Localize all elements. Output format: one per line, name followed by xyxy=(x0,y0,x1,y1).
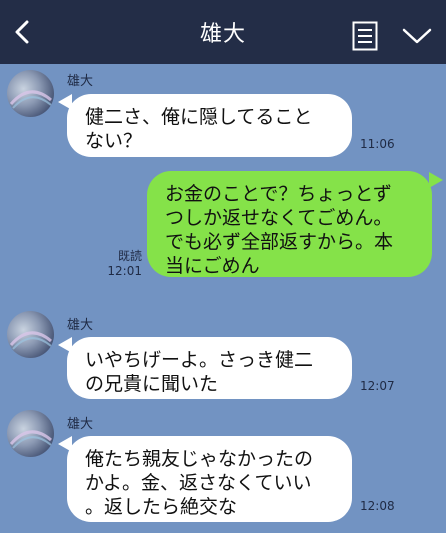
message-bubble-outgoing[interactable]: お金のことで？ちょっとず つしか返せなくてごめん。 でも必ず全部返すから。本 当… xyxy=(147,171,432,277)
chat-header: 雄大 xyxy=(0,0,446,64)
sender-name: 雄大 xyxy=(67,318,94,333)
notes-icon[interactable] xyxy=(352,21,378,51)
rainbow-avatar-image xyxy=(9,331,52,350)
message-bubble-incoming[interactable]: いやちげーよ。さっき健二 の兄貴に聞いた xyxy=(67,337,352,399)
message-time: 12:01 xyxy=(107,264,142,278)
message-line: かよ。金、返さなくていい xyxy=(85,472,312,494)
message-bubble-incoming[interactable]: 健二さ、俺に隠してること ない？ xyxy=(67,94,352,157)
message-time: 12:08 xyxy=(360,499,395,513)
message-line: 俺たち親友じゃなかったの xyxy=(85,448,314,470)
avatar[interactable] xyxy=(7,70,54,117)
chevron-down-icon[interactable] xyxy=(402,27,432,45)
sender-name: 雄大 xyxy=(67,417,94,432)
rainbow-avatar-image xyxy=(9,430,52,449)
rainbow-avatar-image xyxy=(9,90,52,109)
message-line: つしか返せなくてごめん。 xyxy=(165,207,393,229)
sender-name: 雄大 xyxy=(67,74,94,89)
message-line: の兄貴に聞いた xyxy=(85,373,219,395)
message-line: お金のことで？ちょっとず xyxy=(165,183,392,205)
bubble-tail xyxy=(429,172,443,188)
message-line: でも必ず全部返すから。本 xyxy=(165,231,394,253)
avatar[interactable] xyxy=(7,410,54,457)
read-label: 既読 xyxy=(117,249,142,263)
message-bubble-incoming[interactable]: 俺たち親友じゃなかったの かよ。金、返さなくていい 。返したら絶交な xyxy=(67,436,352,522)
message-line: 当にごめん xyxy=(165,255,260,277)
avatar[interactable] xyxy=(7,311,54,358)
message-time: 12:07 xyxy=(360,379,395,393)
message-line: 。返したら絶交な xyxy=(85,496,238,518)
chat-title: 雄大 xyxy=(199,22,246,47)
message-line: ない？ xyxy=(85,130,143,152)
message-time: 11:06 xyxy=(360,137,395,151)
read-receipt: 既読 12:01 xyxy=(100,249,142,279)
message-line: 健二さ、俺に隠してること xyxy=(85,106,313,128)
message-line: いやちげーよ。さっき健二 xyxy=(85,349,314,371)
